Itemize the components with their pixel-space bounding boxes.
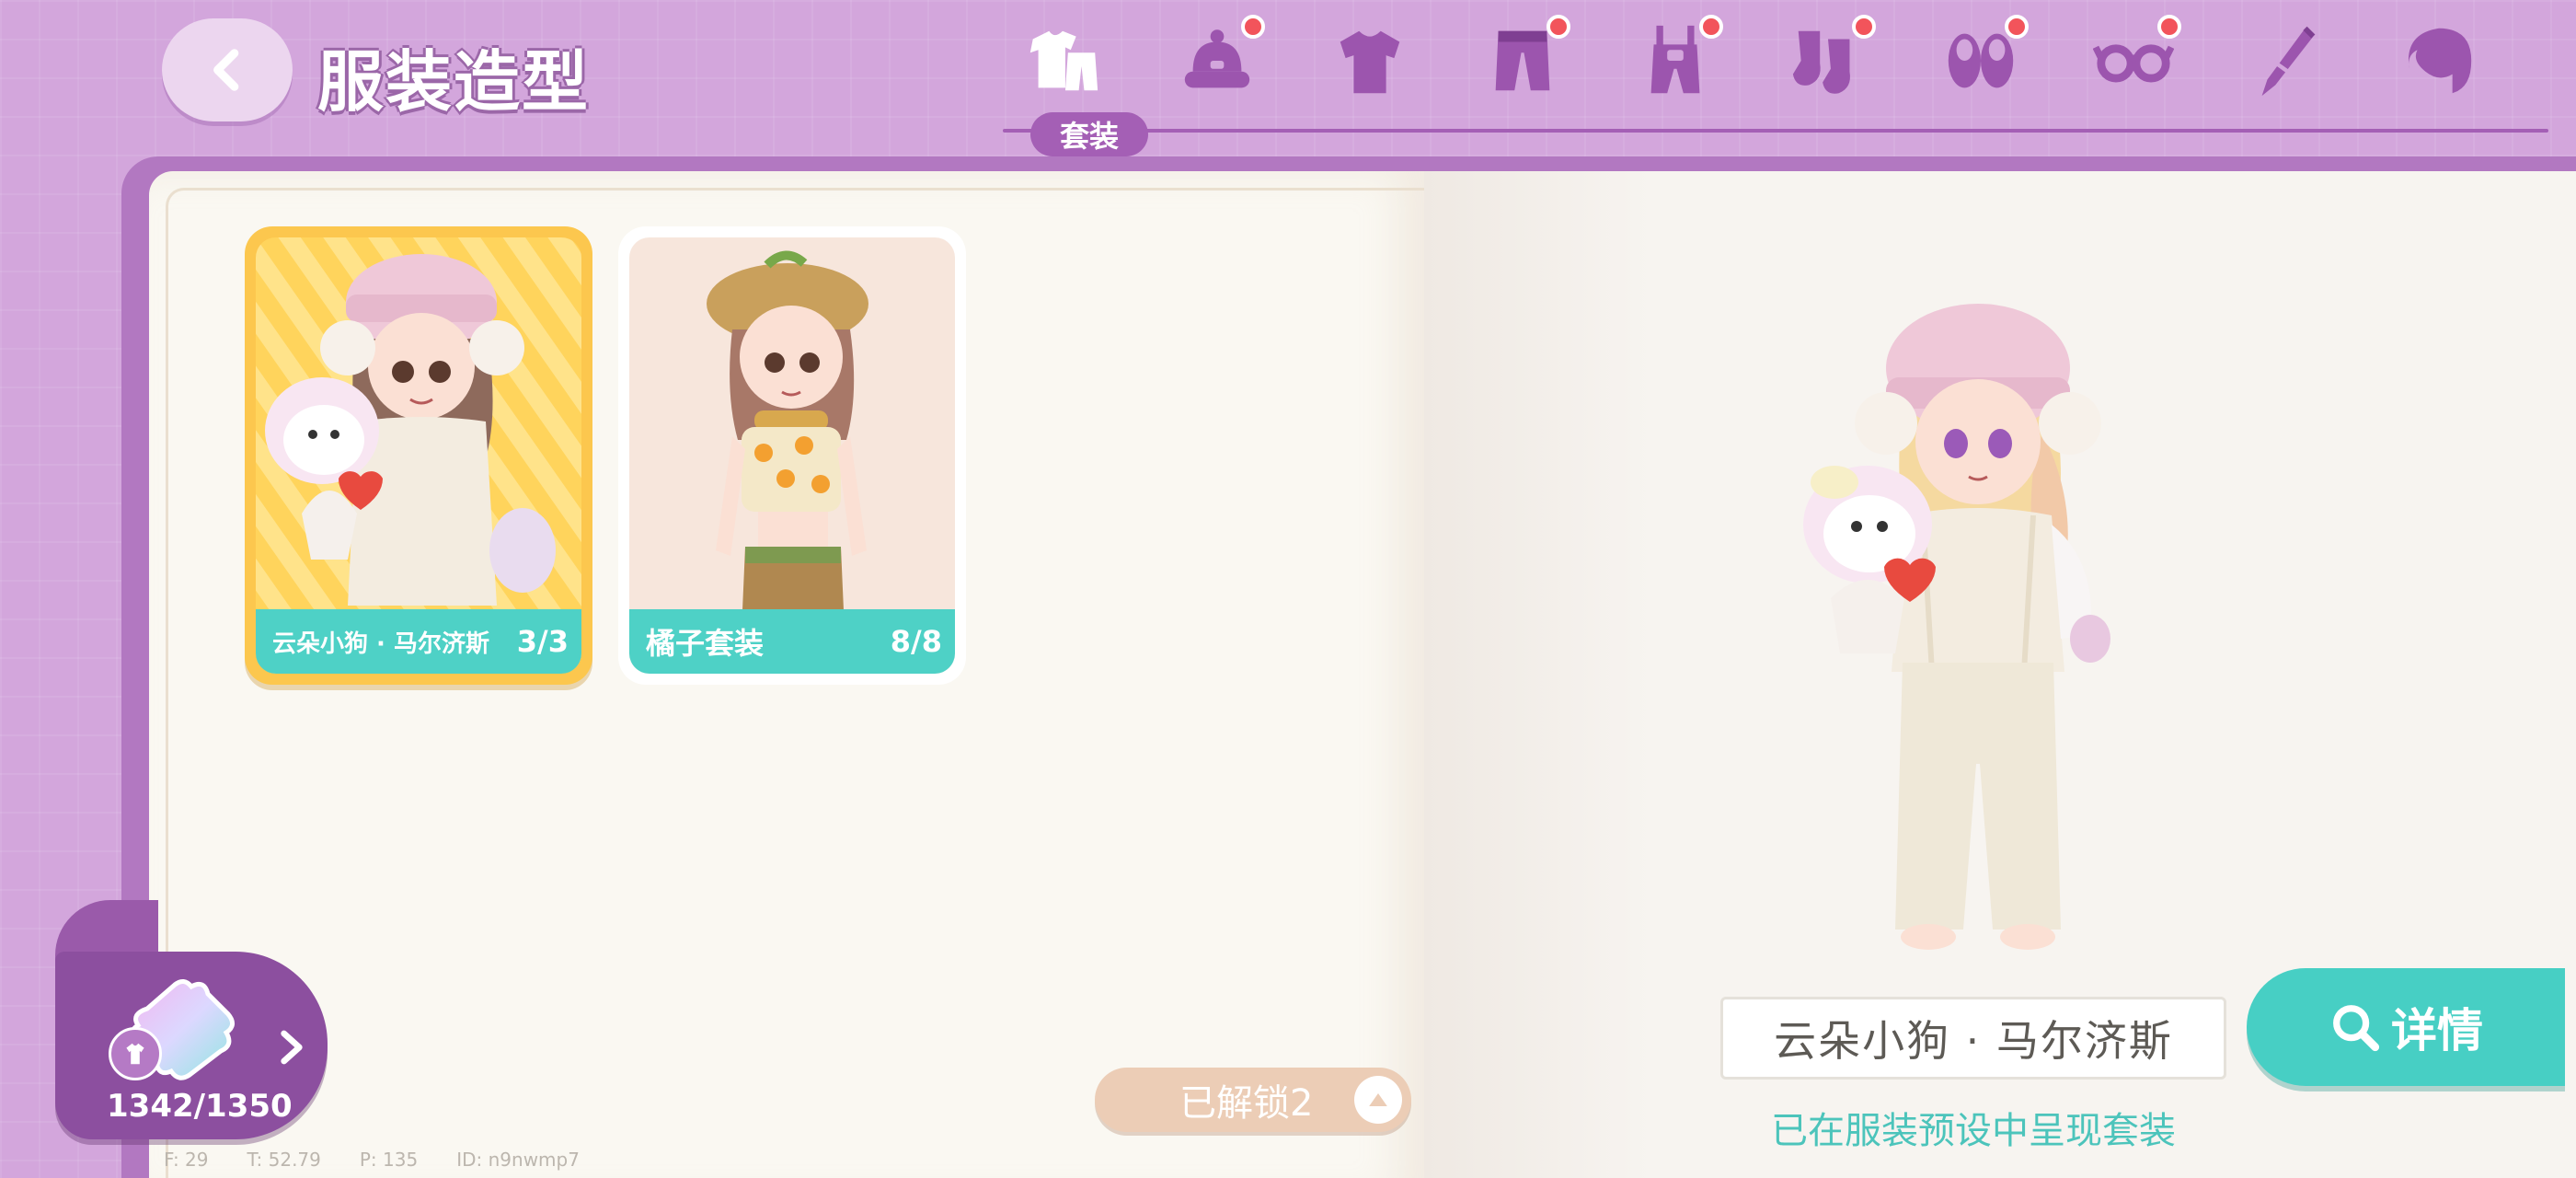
page-title: 服装造型	[317, 43, 591, 121]
costume-badge-icon	[109, 1027, 162, 1080]
new-badge	[2157, 15, 2181, 39]
outfit-card-cloud-puppy[interactable]: 云朵小狗 · 马尔济斯 3/3	[245, 226, 592, 685]
outfit-set-icon	[1029, 30, 1098, 91]
back-arrow-icon	[213, 49, 239, 91]
new-badge	[1699, 15, 1723, 39]
preset-status-text: 已在服装预设中呈现套装	[1771, 1110, 2176, 1152]
unlock-filter-label: 已解锁2	[1179, 1082, 1314, 1125]
active-tab-label: 套装	[1030, 112, 1148, 156]
debug-id: ID: n9nwmp7	[456, 1149, 580, 1171]
outfit-count: 8/8	[890, 624, 942, 659]
expand-up-icon	[1354, 1076, 1402, 1124]
debug-time: T: 52.79	[247, 1149, 321, 1171]
debug-fps: F: 29	[164, 1149, 209, 1171]
details-button[interactable]: 详情	[2247, 968, 2565, 1086]
details-label: 详情	[2391, 1004, 2483, 1057]
tab-outfit-set[interactable]	[1007, 15, 1118, 107]
category-tabs	[1007, 15, 2553, 107]
tab-shoes[interactable]	[1926, 15, 2036, 107]
outfit-card-footer: 云朵小狗 · 马尔济斯 3/3	[256, 609, 581, 674]
tab-socks[interactable]	[1773, 15, 1883, 107]
outfit-thumbnail	[629, 237, 955, 674]
outfit-name: 橘子套装	[646, 626, 765, 661]
back-button[interactable]	[162, 18, 293, 121]
new-badge	[1241, 15, 1265, 39]
unlock-filter-button[interactable]: 已解锁2	[1095, 1068, 1411, 1132]
tab-underline	[1003, 129, 2548, 133]
outfit-card-orange[interactable]: 橘子套装 8/8	[618, 226, 966, 685]
character-preview[interactable]	[1748, 285, 2208, 985]
outfit-thumbnail	[256, 237, 581, 674]
preview-outfit-name: 云朵小狗 · 马尔济斯	[1720, 997, 2226, 1080]
shirt-icon	[1340, 30, 1400, 94]
new-badge	[1852, 15, 1876, 39]
umbrella-icon	[2261, 26, 2316, 97]
collection-progress-button[interactable]: 1342/1350	[55, 952, 328, 1139]
search-icon	[2333, 1005, 2380, 1052]
debug-ping: P: 135	[359, 1149, 419, 1171]
collection-count: 1342/1350	[107, 1088, 293, 1125]
tab-shirt[interactable]	[1315, 15, 1425, 107]
chevron-right-icon	[281, 1030, 303, 1065]
outfit-count: 3/3	[516, 624, 569, 659]
new-badge	[1547, 15, 1570, 39]
outfit-name: 云朵小狗 · 马尔济斯	[272, 629, 489, 658]
tab-accessory[interactable]	[2231, 15, 2341, 107]
tab-hat[interactable]	[1162, 15, 1272, 107]
tab-pants[interactable]	[1467, 15, 1578, 107]
tab-glasses[interactable]	[2078, 15, 2189, 107]
outfit-card-footer: 橘子套装 8/8	[629, 609, 955, 674]
tab-overalls[interactable]	[1620, 15, 1731, 107]
debug-info: F: 29 T: 52.79 P: 135 ID: n9nwmp7	[164, 1149, 580, 1171]
new-badge	[2005, 15, 2029, 39]
hair-icon	[2408, 28, 2472, 94]
tab-hair[interactable]	[2384, 15, 2494, 107]
